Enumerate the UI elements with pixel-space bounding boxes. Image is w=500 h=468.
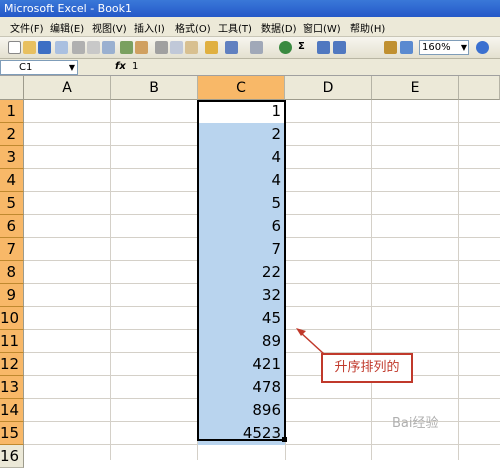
- standard-toolbar: Σ 160% ▼: [0, 37, 500, 59]
- cell-c5[interactable]: 5: [198, 192, 285, 215]
- cell-c10[interactable]: 45: [198, 307, 285, 330]
- menu-bar: 文件(F) 编辑(E) 视图(V) 插入(I) 格式(O) 工具(T) 数据(D…: [0, 17, 500, 37]
- menu-tools[interactable]: 工具(T): [218, 20, 252, 35]
- cut-icon[interactable]: [155, 41, 168, 54]
- cell-c3[interactable]: 4: [198, 146, 285, 169]
- name-box[interactable]: C1 ▼: [0, 60, 78, 75]
- redo-icon[interactable]: [250, 41, 263, 54]
- row-header[interactable]: 16: [0, 445, 24, 468]
- sort-descending-icon[interactable]: [333, 41, 346, 54]
- annotation-arrow: [296, 328, 325, 355]
- annotation-text: 升序排列的: [334, 360, 400, 375]
- print-icon[interactable]: [87, 41, 100, 54]
- new-icon[interactable]: [8, 41, 21, 54]
- zoom-value: 160%: [422, 42, 451, 53]
- gridline: [371, 100, 372, 460]
- format-painter-icon[interactable]: [205, 41, 218, 54]
- menu-file[interactable]: 文件(F): [10, 20, 44, 35]
- menu-view[interactable]: 视图(V): [92, 20, 127, 35]
- menu-help[interactable]: 帮助(H): [350, 20, 385, 35]
- row-header[interactable]: 10: [0, 307, 24, 330]
- select-all-corner[interactable]: [0, 76, 24, 100]
- cell-c4[interactable]: 4: [198, 169, 285, 192]
- undo-icon[interactable]: [225, 41, 238, 54]
- paste-icon[interactable]: [185, 41, 198, 54]
- chevron-down-icon: ▼: [68, 63, 75, 72]
- row-header[interactable]: 8: [0, 261, 24, 284]
- open-icon[interactable]: [23, 41, 36, 54]
- menu-edit[interactable]: 编辑(E): [50, 20, 84, 35]
- cell-c13[interactable]: 478: [198, 376, 285, 399]
- cell-c8[interactable]: 22: [198, 261, 285, 284]
- row-header[interactable]: 3: [0, 146, 24, 169]
- cell-c12[interactable]: 421: [198, 353, 285, 376]
- chevron-down-icon: ▼: [460, 43, 467, 52]
- drawing-icon[interactable]: [400, 41, 413, 54]
- cell-c7[interactable]: 7: [198, 238, 285, 261]
- fill-handle[interactable]: [282, 437, 287, 442]
- row-header[interactable]: 14: [0, 399, 24, 422]
- column-header-f[interactable]: [459, 76, 500, 100]
- column-header-b[interactable]: B: [111, 76, 198, 100]
- save-icon[interactable]: [38, 41, 51, 54]
- gridline: [110, 100, 111, 460]
- window-title-bar: Microsoft Excel - Book1: [0, 0, 500, 17]
- copy-icon[interactable]: [170, 41, 183, 54]
- baidu-watermark: Bai经验: [392, 416, 439, 431]
- annotation-callout: 升序排列的: [321, 353, 413, 383]
- chart-wizard-icon[interactable]: [384, 41, 397, 54]
- column-header-a[interactable]: A: [24, 76, 111, 100]
- spelling-icon[interactable]: [120, 41, 133, 54]
- row-header[interactable]: 9: [0, 284, 24, 307]
- row-header[interactable]: 7: [0, 238, 24, 261]
- research-icon[interactable]: [135, 41, 148, 54]
- zoom-select[interactable]: 160% ▼: [419, 40, 469, 55]
- row-header[interactable]: 5: [0, 192, 24, 215]
- cell-c11[interactable]: 89: [198, 330, 285, 353]
- row-header[interactable]: 15: [0, 422, 24, 445]
- row-header[interactable]: 1: [0, 100, 24, 123]
- gridline: [458, 100, 459, 460]
- menu-insert[interactable]: 插入(I): [134, 20, 165, 35]
- cell-c2[interactable]: 2: [198, 123, 285, 146]
- column-header-c[interactable]: C: [198, 76, 285, 100]
- window-title: Microsoft Excel - Book1: [4, 2, 133, 15]
- menu-format[interactable]: 格式(O): [175, 20, 211, 35]
- menu-data[interactable]: 数据(D): [261, 20, 297, 35]
- row-header[interactable]: 2: [0, 123, 24, 146]
- column-header-e[interactable]: E: [372, 76, 459, 100]
- autosum-icon[interactable]: Σ: [298, 41, 305, 52]
- cell-c9[interactable]: 32: [198, 284, 285, 307]
- hyperlink-icon[interactable]: [279, 41, 292, 54]
- email-icon[interactable]: [72, 41, 85, 54]
- row-header[interactable]: 6: [0, 215, 24, 238]
- help-icon[interactable]: [476, 41, 489, 54]
- print-preview-icon[interactable]: [102, 41, 115, 54]
- gridline: [285, 100, 286, 460]
- cell-c15[interactable]: 4523: [198, 422, 285, 445]
- menu-window[interactable]: 窗口(W): [303, 20, 341, 35]
- cell-c1[interactable]: 1: [198, 100, 285, 123]
- formula-bar: C1 ▼ fx 1: [0, 59, 500, 76]
- cell-c6[interactable]: 6: [198, 215, 285, 238]
- column-header-d[interactable]: D: [285, 76, 372, 100]
- row-header[interactable]: 12: [0, 353, 24, 376]
- row-header[interactable]: 13: [0, 376, 24, 399]
- name-box-value: C1: [19, 62, 33, 73]
- permission-icon[interactable]: [55, 41, 68, 54]
- cell-c14[interactable]: 896: [198, 399, 285, 422]
- row-header[interactable]: 4: [0, 169, 24, 192]
- sort-ascending-icon[interactable]: [317, 41, 330, 54]
- row-header[interactable]: 11: [0, 330, 24, 353]
- function-icon[interactable]: fx: [115, 61, 126, 72]
- formula-input[interactable]: 1: [132, 61, 138, 72]
